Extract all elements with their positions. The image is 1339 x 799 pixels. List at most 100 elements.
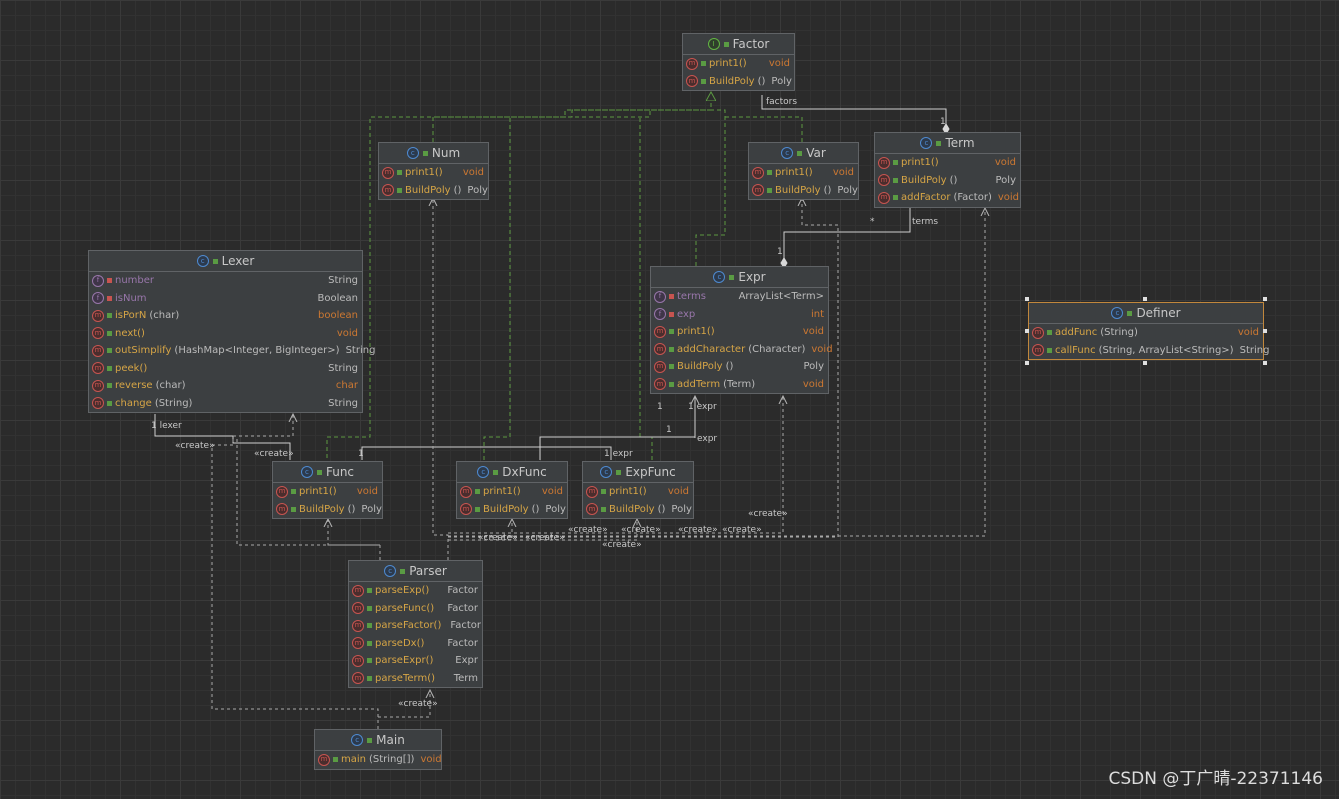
class-definer[interactable]: c Definer m addFunc (String) void m callFunc (St… [1028, 302, 1269, 360]
class-icon: c [1111, 307, 1124, 319]
label-create-7: «create» [525, 533, 565, 543]
method-row[interactable]: m main (String[]) void [315, 751, 442, 769]
dependency-parser-num [433, 198, 449, 560]
class-header: c Func [273, 462, 382, 483]
public-access-icon [797, 150, 803, 156]
selection-handle[interactable] [1263, 329, 1267, 333]
method-row[interactable]: m addFunc (String) void [1029, 324, 1263, 342]
method-row[interactable]: m parseDx() Factor [349, 635, 482, 653]
method-row[interactable]: m BuildPoly () Poly [749, 182, 858, 200]
public-access-icon [475, 506, 480, 512]
class-var[interactable]: c Var m print1() void m BuildPoly () Poly [748, 142, 859, 200]
class-factor[interactable]: I Factor m print1() void m BuildPoly () Poly [682, 33, 795, 91]
method-icon: m [752, 184, 764, 197]
class-name: ExpFunc [625, 465, 676, 479]
selection-handle[interactable] [1263, 297, 1267, 301]
public-access-icon [669, 381, 674, 387]
aggregation-expr-term [780, 207, 911, 269]
member-name: BuildPoly [709, 75, 755, 87]
private-access-icon [669, 311, 674, 317]
class-parser[interactable]: c Parser m parseExp() Factor m parseFunc() Fact… [348, 560, 483, 688]
method-row[interactable]: m parseFactor() Factor [349, 617, 482, 635]
method-row[interactable]: m isPorN (char) boolean [89, 307, 362, 325]
class-lexer[interactable]: c Lexer f number String f isNum Boolean m isPorN(… [88, 250, 375, 413]
member-params: (String) [154, 397, 193, 409]
class-expfunc[interactable]: c ExpFunc m print1() void m BuildPoly () Poly [582, 461, 694, 519]
public-access-icon [107, 330, 112, 336]
method-row[interactable]: m callFunc (String, ArrayList<String>) Stri… [1029, 342, 1269, 360]
field-row[interactable]: f terms ArrayList<Term> [651, 288, 828, 306]
member-params: () [949, 174, 958, 186]
class-dxfunc[interactable]: c DxFunc m print1() void m BuildPoly () Poly [456, 461, 568, 519]
public-access-icon [107, 400, 112, 406]
class-func[interactable]: c Func m print1() void m BuildPoly () Poly [272, 461, 383, 519]
method-row[interactable]: m parseExp() Factor [349, 582, 482, 600]
selection-handle[interactable] [1263, 361, 1267, 365]
label-terms: terms [912, 217, 938, 227]
member-type: void [462, 167, 484, 179]
class-name: Parser [409, 564, 447, 578]
field-row[interactable]: f exp int [651, 306, 828, 324]
method-icon: m [352, 602, 364, 615]
public-access-icon [767, 187, 772, 193]
member-params: (String) [1100, 327, 1138, 339]
method-row[interactable]: m BuildPoly () Poly [651, 358, 828, 376]
method-row[interactable]: m addCharacter (Character) void [651, 341, 833, 359]
method-row[interactable]: m addFactor (Factor) void [875, 189, 1020, 207]
method-row[interactable]: m next() void [89, 325, 362, 343]
member-type: Poly [671, 503, 692, 515]
method-row[interactable]: m BuildPoly () Poly [379, 182, 488, 200]
class-num[interactable]: c Num m print1() void m BuildPoly () Poly [378, 142, 489, 200]
method-row[interactable]: m parseExpr() Expr [349, 652, 482, 670]
field-icon: f [92, 292, 104, 305]
selection-handle[interactable] [1025, 329, 1029, 333]
method-icon: m [318, 753, 330, 766]
method-row[interactable]: m peek() String [89, 360, 362, 378]
method-row[interactable]: m BuildPoly () Poly [875, 172, 1020, 190]
field-row[interactable]: f number String [89, 272, 362, 290]
method-row[interactable]: m print1() void [875, 154, 1020, 172]
member-type: char [335, 380, 358, 392]
class-icon: c [196, 255, 209, 267]
public-access-icon [767, 170, 772, 176]
method-icon: m [382, 184, 394, 197]
method-row[interactable]: m BuildPoly () Poly [583, 501, 693, 519]
label-create-lexer-b: «create» [254, 449, 294, 459]
selection-handle[interactable] [1025, 361, 1029, 365]
member-name: parseTerm() [375, 672, 435, 684]
method-row[interactable]: m print1() void [273, 483, 382, 501]
method-row[interactable]: m change (String) String [89, 395, 362, 413]
public-access-icon [893, 177, 898, 183]
selection-handle[interactable] [1143, 361, 1147, 365]
method-row[interactable]: m BuildPoly () Poly [457, 501, 567, 519]
method-row[interactable]: m print1() void [457, 483, 567, 501]
class-expr[interactable]: c Expr f terms ArrayList<Term> f exp int m print1… [650, 266, 833, 394]
selection-handle[interactable] [1025, 297, 1029, 301]
method-row[interactable]: m print1() void [683, 55, 794, 73]
class-main[interactable]: c Main m main (String[]) void [314, 729, 442, 770]
selection-handle[interactable] [1143, 297, 1147, 301]
method-row[interactable]: m BuildPoly () Poly [273, 501, 382, 519]
public-access-icon [669, 346, 674, 352]
member-name: BuildPoly [677, 361, 723, 373]
method-row[interactable]: m print1() void [379, 164, 488, 182]
method-row[interactable]: m outSimplify (HashMap<Integer, BigInteger… [89, 342, 375, 360]
method-row[interactable]: m parseTerm() Term [349, 670, 482, 688]
public-access-icon [367, 658, 372, 664]
public-access-icon [669, 329, 674, 335]
method-row[interactable]: m print1() void [651, 323, 828, 341]
class-icon: c [300, 466, 313, 478]
member-name: BuildPoly [775, 184, 821, 196]
member-type: Poly [803, 361, 825, 373]
method-row[interactable]: m print1() void [749, 164, 858, 182]
method-row[interactable]: m addTerm (Term) void [651, 376, 828, 394]
method-row[interactable]: m print1() void [583, 483, 693, 501]
label-create-3: «create» [678, 525, 718, 535]
method-row[interactable]: m reverse (char) char [89, 377, 362, 395]
method-row[interactable]: m BuildPoly () Poly [683, 73, 794, 91]
class-term[interactable]: c Term m print1() void m BuildPoly () Poly m addF… [874, 132, 1021, 208]
public-access-icon [893, 160, 898, 166]
field-row[interactable]: f isNum Boolean [89, 290, 362, 308]
method-row[interactable]: m parseFunc() Factor [349, 600, 482, 618]
mult-expr-1: 1 [777, 247, 783, 257]
